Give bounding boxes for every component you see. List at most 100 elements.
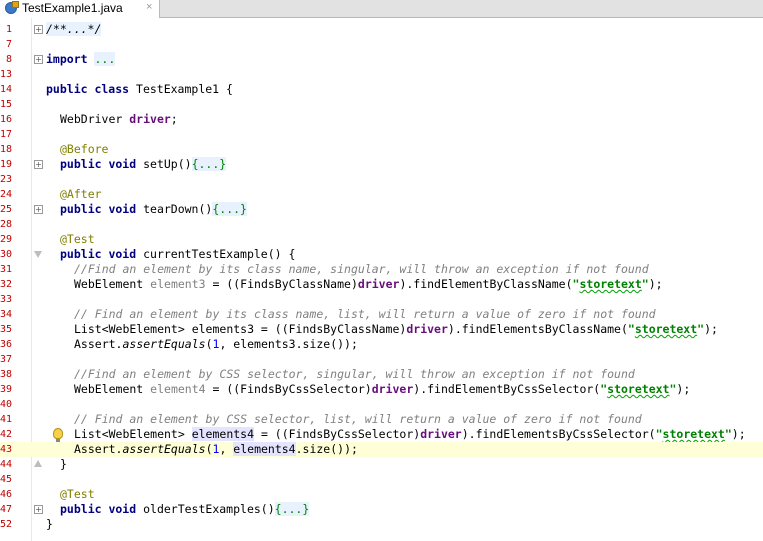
line-number: 17: [0, 129, 12, 140]
code-line: 36 Assert.assertEquals(1, elements3.size…: [0, 337, 763, 352]
line-number: 31: [0, 264, 12, 275]
code-line: 41 // Find an element by CSS selector, l…: [0, 412, 763, 427]
code-line: 28: [0, 217, 763, 232]
code-line: 32 WebElement element3 = ((FindsByClassN…: [0, 277, 763, 292]
code-line: 40: [0, 397, 763, 412]
code-text: public void setUp(){...}: [60, 157, 227, 171]
line-number: 15: [0, 99, 12, 110]
line-number: 28: [0, 219, 12, 230]
code-text: public void currentTestExample() {: [60, 247, 296, 261]
code-line: 37: [0, 352, 763, 367]
expand-fold-icon[interactable]: +: [34, 205, 43, 214]
code-text: WebElement element4 = ((FindsByCssSelect…: [74, 382, 691, 396]
line-number: 47: [0, 504, 12, 515]
code-text: Assert.assertEquals(1, elements4.size())…: [74, 442, 358, 456]
code-text: import ...: [46, 52, 116, 66]
code-line: 52 }: [0, 517, 763, 532]
code-comment: // Find an element by CSS selector, list…: [74, 412, 642, 426]
line-number: 52: [0, 519, 12, 530]
current-code-line: 43 Assert.assertEquals(1, elements4.size…: [0, 442, 763, 457]
code-text: }: [46, 517, 53, 531]
code-line: 35 List<WebElement> elements3 = ((FindsB…: [0, 322, 763, 337]
line-number: 44: [0, 459, 12, 470]
line-number: 29: [0, 234, 12, 245]
code-text: WebElement element3 = ((FindsByClassName…: [74, 277, 663, 291]
line-number: 24: [0, 189, 12, 200]
line-number: 43: [0, 444, 12, 455]
line-number: 14: [0, 84, 12, 95]
line-number: 42: [0, 429, 12, 440]
collapse-fold-icon[interactable]: [34, 250, 43, 259]
code-line: 15: [0, 97, 763, 112]
code-line: 46 @Test: [0, 487, 763, 502]
expand-fold-icon[interactable]: +: [34, 55, 43, 64]
line-number: 1: [5, 24, 12, 35]
code-text: public class TestExample1 {: [46, 82, 233, 96]
line-number: 39: [0, 384, 12, 395]
code-comment: //Find an element by its class name, sin…: [74, 262, 649, 276]
expand-fold-icon[interactable]: +: [34, 25, 43, 34]
code-comment: //Find an element by CSS selector, singu…: [74, 367, 635, 381]
code-line: 18 @Before: [0, 142, 763, 157]
line-number: 7: [5, 39, 12, 50]
code-line: 23: [0, 172, 763, 187]
line-number: 23: [0, 174, 12, 185]
code-line: 19 + public void setUp(){...}: [0, 157, 763, 172]
line-number: 13: [0, 69, 12, 80]
line-number: 19: [0, 159, 12, 170]
code-line: 33: [0, 292, 763, 307]
line-number: 41: [0, 414, 12, 425]
line-number: 8: [5, 54, 12, 65]
code-line: 8 + import ...: [0, 52, 763, 67]
line-number: 46: [0, 489, 12, 500]
line-number: 40: [0, 399, 12, 410]
code-text: List<WebElement> elements4 = ((FindsByCs…: [74, 427, 746, 441]
line-number: 18: [0, 144, 12, 155]
code-line: 1 + /**...*/: [0, 22, 763, 37]
code-text: @Test: [60, 487, 95, 501]
code-line: 34 // Find an element by its class name,…: [0, 307, 763, 322]
close-icon[interactable]: ×: [146, 1, 152, 13]
line-number: 36: [0, 339, 12, 350]
line-number: 25: [0, 204, 12, 215]
code-line: 17: [0, 127, 763, 142]
line-number: 32: [0, 279, 12, 290]
line-number: 30: [0, 249, 12, 260]
code-text: public void olderTestExamples(){...}: [60, 502, 310, 516]
expand-fold-icon[interactable]: +: [34, 160, 43, 169]
code-line: 38 //Find an element by CSS selector, si…: [0, 367, 763, 382]
code-text: Assert.assertEquals(1, elements3.size())…: [74, 337, 358, 351]
line-number: 45: [0, 474, 12, 485]
tab-label: TestExample1.java: [22, 1, 123, 15]
line-number: 37: [0, 354, 12, 365]
code-line: 30 public void currentTestExample() {: [0, 247, 763, 262]
java-class-icon: [5, 1, 19, 14]
code-text: /**...*/: [46, 22, 102, 36]
line-number: 38: [0, 369, 12, 380]
code-editor[interactable]: 1 + /**...*/ 7 8 + import ... 13 14 publ…: [0, 18, 763, 541]
code-line: 14 public class TestExample1 {: [0, 82, 763, 97]
code-line: 24 @After: [0, 187, 763, 202]
code-line: 13: [0, 67, 763, 82]
code-line: 45: [0, 472, 763, 487]
code-text: @Test: [60, 232, 95, 246]
expand-fold-icon[interactable]: +: [34, 505, 43, 514]
code-text: List<WebElement> elements3 = ((FindsByCl…: [74, 322, 718, 336]
code-text: WebDriver driver;: [60, 112, 178, 126]
code-line: 47 + public void olderTestExamples(){...…: [0, 502, 763, 517]
code-line: 7: [0, 37, 763, 52]
code-line: 29 @Test: [0, 232, 763, 247]
line-number: 34: [0, 309, 12, 320]
code-text: @After: [60, 187, 102, 201]
line-number: 33: [0, 294, 12, 305]
code-text: @Before: [60, 142, 109, 156]
code-line: 39 WebElement element4 = ((FindsByCssSel…: [0, 382, 763, 397]
lightbulb-icon[interactable]: [53, 428, 63, 442]
tab-testexample1-java[interactable]: TestExample1.java ×: [0, 0, 160, 18]
code-line: 44 }: [0, 457, 763, 472]
code-text: public void tearDown(){...}: [60, 202, 247, 216]
code-line: 42 List<WebElement> elements4 = ((FindsB…: [0, 427, 763, 442]
code-text: }: [60, 457, 67, 471]
code-comment: // Find an element by its class name, li…: [74, 307, 656, 321]
fold-end-icon[interactable]: [34, 460, 43, 469]
